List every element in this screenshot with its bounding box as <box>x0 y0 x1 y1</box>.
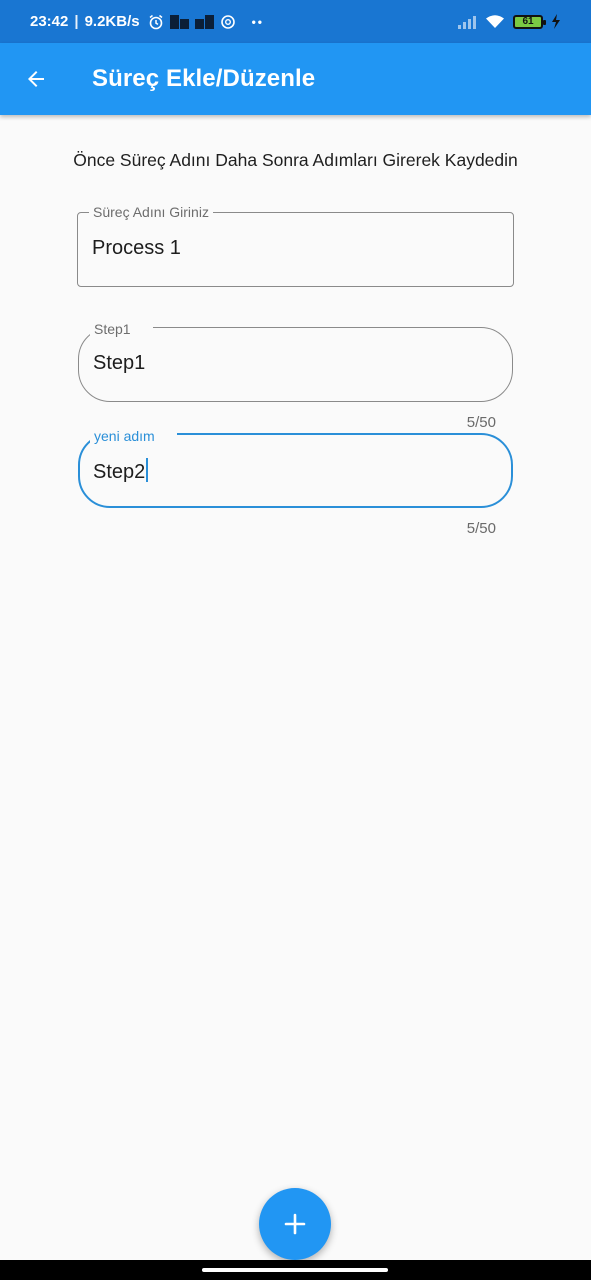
process-name-value: Process 1 <box>92 237 181 259</box>
step-field-2-value: Step2 <box>93 461 146 483</box>
alarm-icon <box>149 14 163 29</box>
app-bar: Süreç Ekle/Düzenle <box>0 43 591 115</box>
step-field-1-counter: 5/50 <box>466 414 496 431</box>
text-cursor <box>146 458 149 482</box>
status-time: 23:42 <box>30 13 69 30</box>
home-gesture-handle[interactable] <box>202 1268 388 1272</box>
process-name-field[interactable]: Süreç Adını Giriniz Process 1 <box>77 204 514 287</box>
arrow-back-icon <box>28 71 44 87</box>
notification-icon-2 <box>194 14 214 29</box>
step-field-1[interactable]: Step1 Step1 <box>78 321 513 402</box>
signal-icon <box>458 15 476 29</box>
system-nav-bar <box>0 1260 591 1280</box>
status-bar: 23:42 | 9.2KB/s •• 61 <box>0 0 591 43</box>
battery-icon: 61 <box>513 14 546 29</box>
add-step-button[interactable] <box>259 1188 331 1260</box>
page-title: Süreç Ekle/Düzenle <box>92 65 316 92</box>
sync-icon <box>220 14 235 29</box>
wifi-icon <box>486 15 504 28</box>
network-speed: 9.2KB/s <box>84 13 140 30</box>
more-dots-icon: •• <box>251 14 265 29</box>
step-field-2[interactable]: yeni adım Step2 <box>78 428 513 508</box>
charging-icon <box>552 14 560 29</box>
status-separator: | <box>74 13 79 30</box>
instruction-text: Önce Süreç Adını Daha Sonra Adımları Gir… <box>73 150 518 170</box>
step-field-2-value-wrap: Step2 <box>93 458 149 484</box>
step-field-2-label: yeni adım <box>90 428 177 444</box>
back-button[interactable] <box>16 59 56 99</box>
plus-icon <box>284 1213 306 1235</box>
step-field-1-value: Step1 <box>93 352 146 374</box>
notification-icon <box>169 14 189 29</box>
step-field-2-counter: 5/50 <box>466 520 496 537</box>
process-name-label: Süreç Adını Giriniz <box>89 204 213 220</box>
battery-level: 61 <box>522 16 534 27</box>
step-field-1-label: Step1 <box>90 321 153 337</box>
